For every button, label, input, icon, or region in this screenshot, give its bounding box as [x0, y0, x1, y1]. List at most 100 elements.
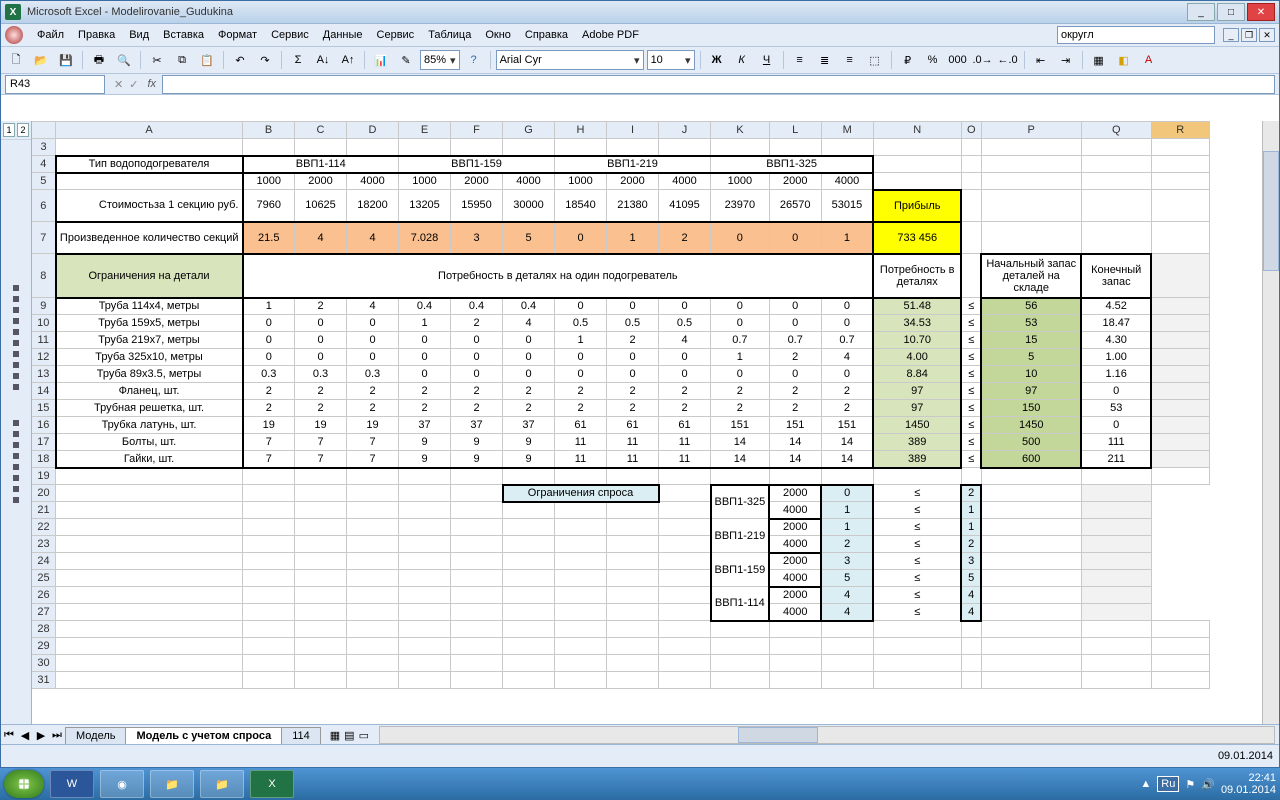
lang-indicator[interactable]: Ru	[1157, 776, 1179, 792]
fx-icon[interactable]: fx	[147, 78, 156, 90]
print-icon[interactable]: 🖶	[88, 49, 110, 71]
paste-icon[interactable]: 📋	[196, 49, 218, 71]
minimize-button[interactable]: _	[1187, 3, 1215, 21]
tab-model-demand[interactable]: Модель с учетом спроса	[125, 727, 282, 744]
formula-input[interactable]	[162, 75, 1275, 94]
inner-restore[interactable]: ❐	[1241, 28, 1257, 42]
menu-data[interactable]: Данные	[317, 27, 369, 43]
autosum-icon[interactable]: Σ	[287, 49, 309, 71]
enter-icon[interactable]: ✓	[126, 78, 141, 91]
cancel-icon[interactable]: ✕	[111, 78, 126, 91]
tab-prev-icon[interactable]: ◀	[17, 727, 33, 743]
menu-service[interactable]: Сервис	[371, 27, 421, 43]
currency-icon[interactable]: ₽	[897, 49, 919, 71]
fontsize-combo[interactable]: 10▾	[647, 50, 695, 70]
save-icon[interactable]: 💾	[55, 49, 77, 71]
tab-first-icon[interactable]: ⏮	[1, 727, 17, 743]
system-tray[interactable]: ▲ Ru ⚑ 🔊 22:4109.01.2014	[1140, 772, 1276, 796]
outline-bar[interactable]: 12	[1, 121, 32, 725]
menu-table[interactable]: Таблица	[422, 27, 477, 43]
drawing-icon[interactable]: ✎	[395, 49, 417, 71]
chart-icon[interactable]: 📊	[370, 49, 392, 71]
vscroll-thumb[interactable]	[1263, 151, 1279, 271]
close-button[interactable]: ✕	[1247, 3, 1275, 21]
task-word[interactable]: W	[50, 770, 94, 798]
menu-view[interactable]: Вид	[123, 27, 155, 43]
clock[interactable]: 22:4109.01.2014	[1221, 772, 1276, 796]
preview-icon[interactable]: 🔍	[113, 49, 135, 71]
hscroll-thumb[interactable]	[738, 727, 818, 743]
menu-file[interactable]: Файл	[31, 27, 70, 43]
grid[interactable]: ABCDEFGHIJKLMNOPQR34Тип водоподогревател…	[31, 121, 1210, 689]
excel-icon: X	[5, 4, 21, 20]
start-button[interactable]	[4, 770, 44, 798]
sort-desc-icon[interactable]: A↑	[337, 49, 359, 71]
horizontal-scrollbar[interactable]	[379, 726, 1275, 744]
view-break-icon[interactable]: ▭	[359, 729, 369, 742]
tab-last-icon[interactable]: ⏭	[49, 727, 65, 743]
tray-flag-icon[interactable]: ⚑	[1185, 778, 1195, 791]
percent-icon[interactable]: %	[922, 49, 944, 71]
zoom-combo[interactable]: 85%▾	[420, 50, 460, 70]
inner-minimize[interactable]: _	[1223, 28, 1239, 42]
menu-adobe[interactable]: Adobe PDF	[576, 27, 645, 43]
help-search-input[interactable]	[1057, 26, 1215, 44]
menubar: Файл Правка Вид Вставка Формат Сервис Да…	[1, 24, 1279, 47]
task-explorer2[interactable]: 📁	[200, 770, 244, 798]
help-search[interactable]	[1057, 26, 1215, 44]
menu-format[interactable]: Формат	[212, 27, 263, 43]
align-right-icon[interactable]: ≡	[839, 49, 861, 71]
dec-indent-icon[interactable]: ⇤	[1030, 49, 1052, 71]
inc-decimal-icon[interactable]: .0→	[972, 49, 994, 71]
bold-icon[interactable]: Ж	[706, 49, 728, 71]
task-explorer1[interactable]: 📁	[150, 770, 194, 798]
view-normal-icon[interactable]: ▦	[330, 729, 340, 742]
copy-icon[interactable]: ⧉	[171, 49, 193, 71]
font-combo[interactable]: Arial Cyr▾	[496, 50, 644, 70]
task-chrome[interactable]: ◉	[100, 770, 144, 798]
worksheet[interactable]: 12 ABCDEFGHIJKLMNOPQR34Тип водоподогрева…	[1, 121, 1279, 725]
outline-level-2[interactable]: 2	[17, 123, 29, 137]
align-left-icon[interactable]: ≡	[789, 49, 811, 71]
tab-next-icon[interactable]: ▶	[33, 727, 49, 743]
borders-icon[interactable]: ▦	[1088, 49, 1110, 71]
inc-indent-icon[interactable]: ⇥	[1055, 49, 1077, 71]
dec-decimal-icon[interactable]: ←.0	[997, 49, 1019, 71]
underline-icon[interactable]: Ч	[756, 49, 778, 71]
taskbar: W ◉ 📁 📁 X ▲ Ru ⚑ 🔊 22:4109.01.2014	[0, 768, 1280, 800]
menu-edit[interactable]: Правка	[72, 27, 121, 43]
outline-dot[interactable]	[13, 285, 19, 291]
menu-window[interactable]: Окно	[479, 27, 517, 43]
maximize-button[interactable]: □	[1217, 3, 1245, 21]
cut-icon[interactable]: ✂	[146, 49, 168, 71]
comma-icon[interactable]: 000	[947, 49, 969, 71]
align-center-icon[interactable]: ≣	[814, 49, 836, 71]
new-icon[interactable]: 🗋	[5, 49, 27, 71]
undo-icon[interactable]: ↶	[229, 49, 251, 71]
font-color-icon[interactable]: A	[1138, 49, 1160, 71]
help-icon[interactable]: ?	[463, 49, 485, 71]
open-icon[interactable]: 📂	[30, 49, 52, 71]
redo-icon[interactable]: ↷	[254, 49, 276, 71]
inner-close[interactable]: ✕	[1259, 28, 1275, 42]
italic-icon[interactable]: К	[731, 49, 753, 71]
merge-icon[interactable]: ⬚	[864, 49, 886, 71]
tray-up-icon[interactable]: ▲	[1140, 778, 1151, 790]
outline-level-1[interactable]: 1	[3, 123, 15, 137]
name-box[interactable]: R43	[5, 75, 105, 94]
fill-color-icon[interactable]: ◧	[1113, 49, 1135, 71]
titlebar: X Microsoft Excel - Modelirovanie_Guduki…	[1, 1, 1279, 24]
status-date: 09.01.2014	[1218, 750, 1273, 762]
tab-114[interactable]: 114	[281, 727, 321, 744]
menu-insert[interactable]: Вставка	[157, 27, 210, 43]
tab-model[interactable]: Модель	[65, 727, 126, 744]
menu-help[interactable]: Справка	[519, 27, 574, 43]
task-excel[interactable]: X	[250, 770, 294, 798]
office-button[interactable]	[5, 26, 23, 44]
menu-tools[interactable]: Сервис	[265, 27, 315, 43]
app-window: X Microsoft Excel - Modelirovanie_Guduki…	[0, 0, 1280, 768]
sort-asc-icon[interactable]: A↓	[312, 49, 334, 71]
vertical-scrollbar[interactable]	[1262, 121, 1279, 725]
view-layout-icon[interactable]: ▤	[344, 729, 354, 742]
tray-volume-icon[interactable]: 🔊	[1201, 778, 1215, 791]
